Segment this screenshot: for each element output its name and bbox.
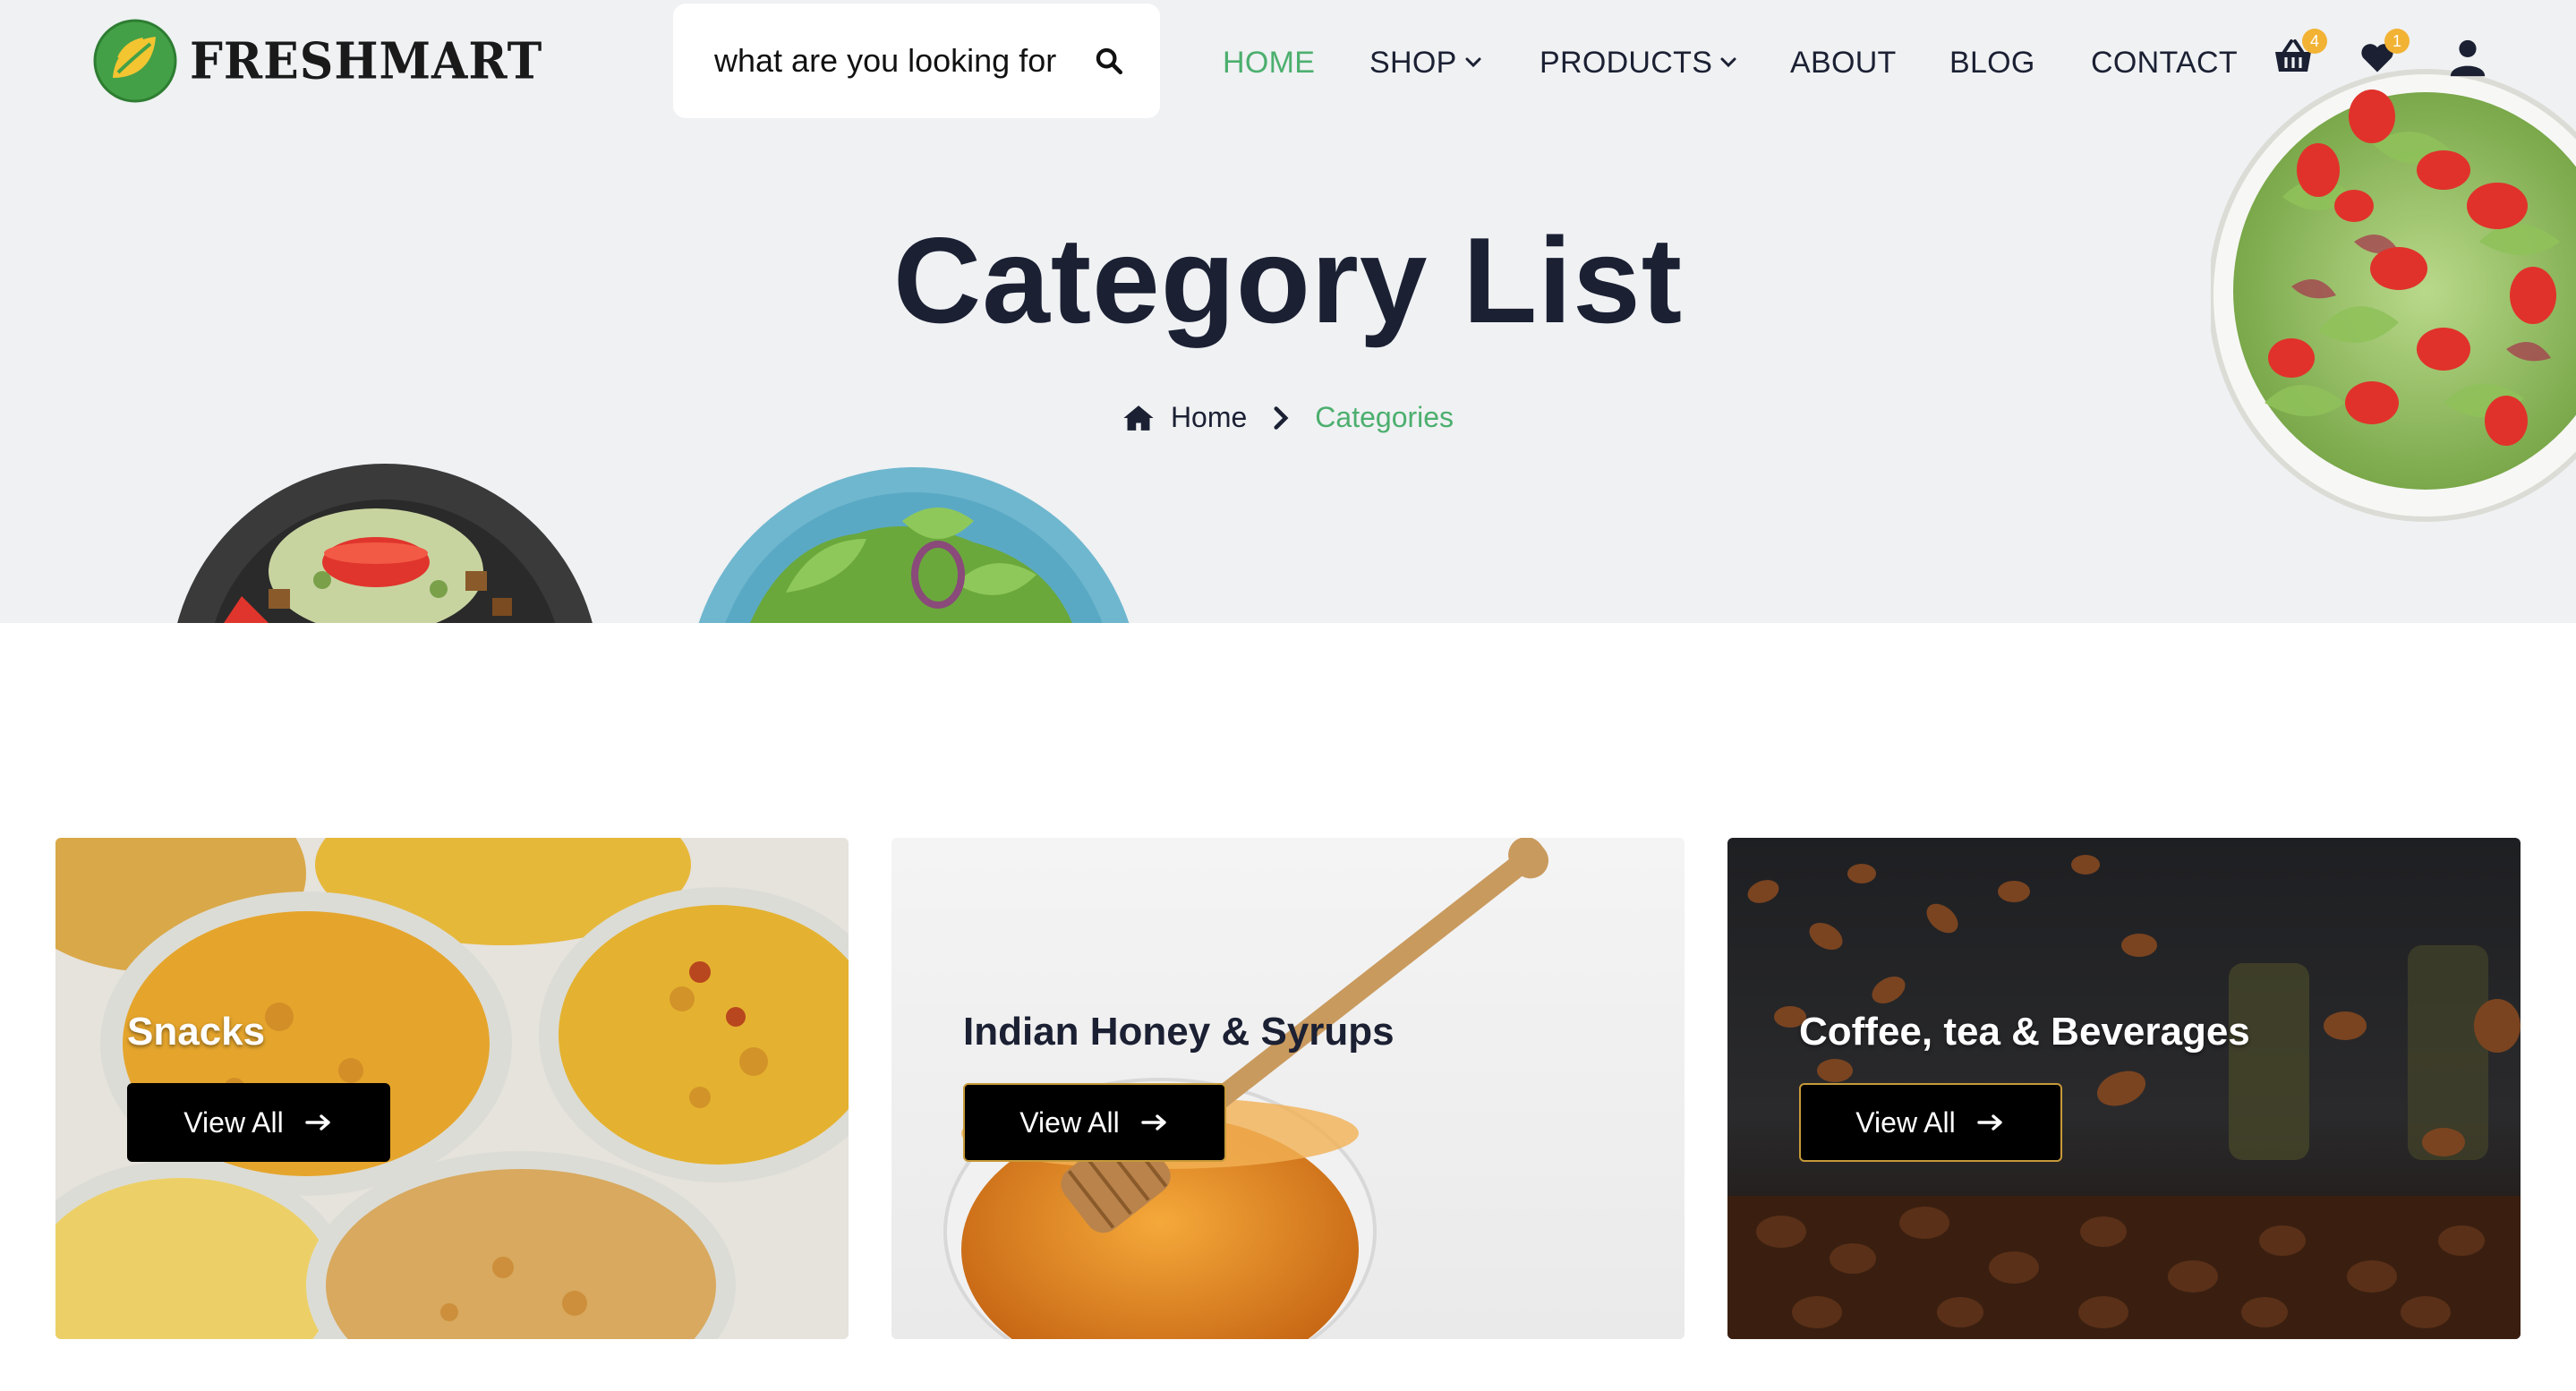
- hero-banner: FRESHMART HOME SHOP PRODUCTS: [0, 0, 2576, 623]
- category-title: Indian Honey & Syrups: [963, 1010, 1395, 1054]
- nav-contact-label: CONTACT: [2091, 45, 2238, 80]
- nav-shop-label: SHOP: [1369, 45, 1457, 80]
- nav-item-products[interactable]: PRODUCTS: [1540, 36, 1739, 90]
- wishlist-count-badge: 1: [2384, 29, 2410, 54]
- nav-item-shop[interactable]: SHOP: [1369, 36, 1484, 90]
- view-all-button[interactable]: View All: [963, 1083, 1226, 1162]
- nav-item-blog[interactable]: BLOG: [1949, 36, 2035, 90]
- nav-item-home[interactable]: HOME: [1223, 36, 1315, 90]
- category-title: Snacks: [127, 1010, 266, 1054]
- view-all-button[interactable]: View All: [127, 1083, 390, 1162]
- nav-products-label: PRODUCTS: [1540, 45, 1713, 80]
- chevron-down-icon: [1465, 57, 1481, 68]
- category-card-honey[interactable]: Indian Honey & Syrups View All: [891, 838, 1685, 1339]
- view-all-label: View All: [1855, 1105, 1956, 1139]
- search-input[interactable]: [714, 42, 1076, 80]
- breadcrumb: Home Categories: [0, 401, 2576, 434]
- leaf-logo-icon: [93, 19, 177, 103]
- chevron-right-icon: [1274, 405, 1289, 430]
- salad-plate-image: [177, 464, 593, 623]
- category-title: Coffee, tea & Beverages: [1799, 1010, 2250, 1054]
- chevron-down-icon: [1720, 57, 1736, 68]
- search-bar: [673, 4, 1160, 118]
- nav-blog-label: BLOG: [1949, 45, 2035, 80]
- green-salad-plate-image: [698, 467, 1130, 623]
- nav-home-label: HOME: [1223, 45, 1316, 80]
- arrow-right-icon: [1141, 1114, 1166, 1131]
- home-icon: [1123, 405, 1154, 431]
- nav-item-about[interactable]: ABOUT: [1790, 36, 1897, 90]
- user-icon: [2450, 39, 2486, 77]
- page-title: Category List: [892, 212, 1684, 348]
- nav-about-label: ABOUT: [1790, 45, 1897, 80]
- brand-logo[interactable]: FRESHMART: [93, 18, 542, 104]
- page: FRESHMART HOME SHOP PRODUCTS: [0, 0, 2576, 1391]
- view-all-button[interactable]: View All: [1799, 1083, 2062, 1162]
- cart-button[interactable]: 4: [2272, 29, 2327, 82]
- category-card-coffee[interactable]: Coffee, tea & Beverages View All: [1727, 838, 2521, 1339]
- cart-count-badge: 4: [2302, 29, 2327, 54]
- search-icon[interactable]: [1094, 46, 1124, 76]
- category-card-snacks[interactable]: Snacks View All: [55, 838, 849, 1339]
- view-all-label: View All: [1019, 1105, 1120, 1139]
- breadcrumb-home-label: Home: [1170, 401, 1248, 433]
- arrow-right-icon: [1977, 1114, 2002, 1131]
- breadcrumb-home-link[interactable]: Home: [1122, 401, 1247, 434]
- account-button[interactable]: [2447, 32, 2488, 82]
- brand-name: FRESHMART: [190, 31, 543, 90]
- wishlist-button[interactable]: 1: [2358, 29, 2410, 82]
- view-all-label: View All: [183, 1105, 284, 1139]
- arrow-right-icon: [305, 1114, 330, 1131]
- breadcrumb-current: Categories: [1315, 401, 1454, 433]
- nav-item-contact[interactable]: CONTACT: [2091, 36, 2238, 90]
